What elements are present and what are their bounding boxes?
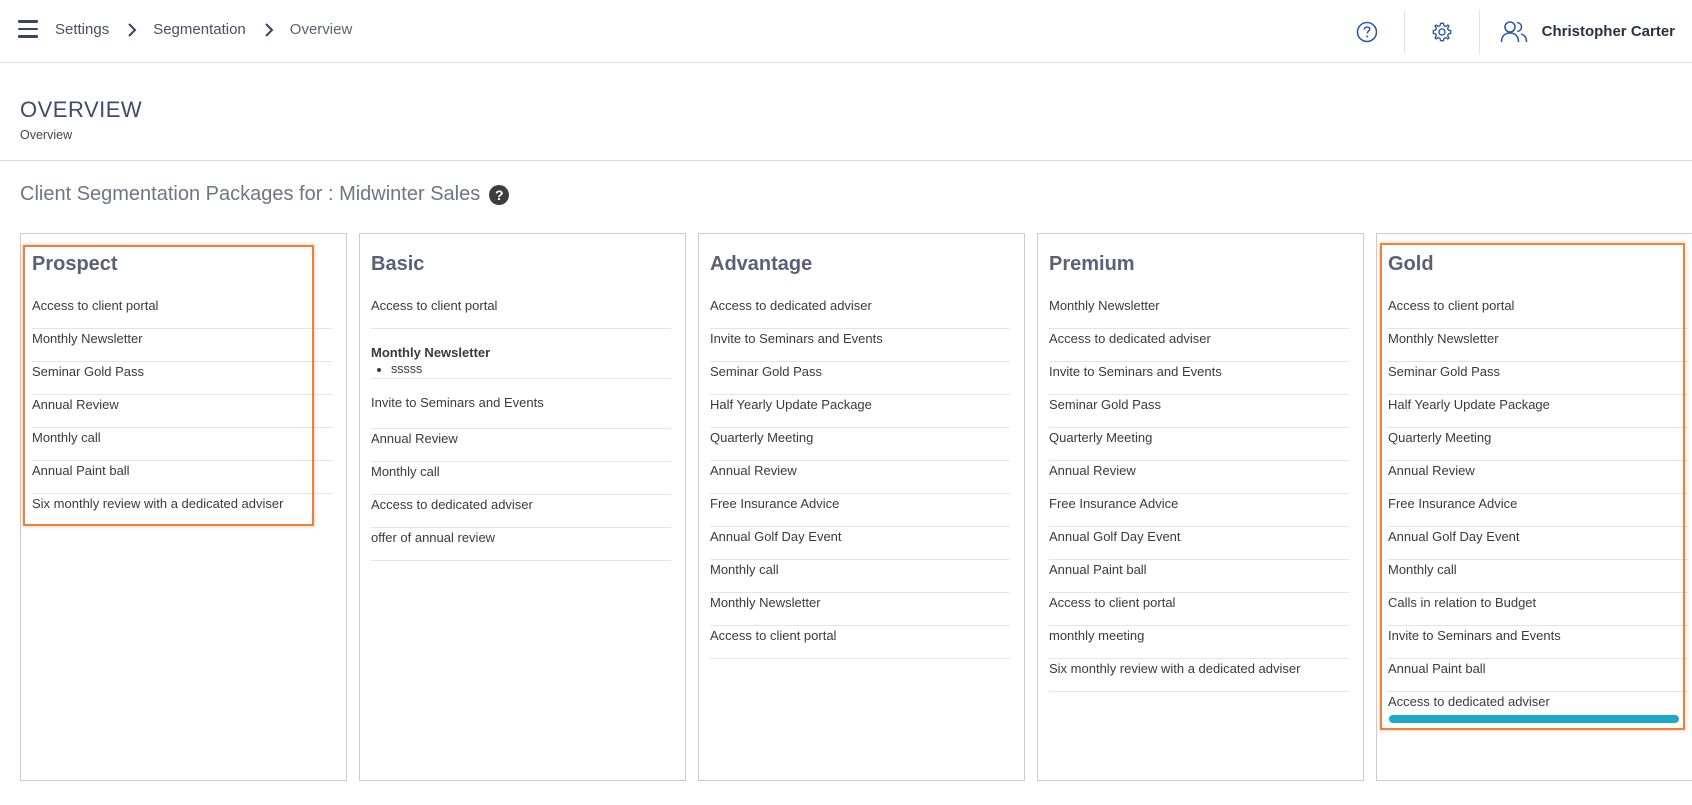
help-circle-icon: [1356, 21, 1377, 42]
package-items: Access to client portal Monthly Newslett…: [371, 296, 671, 561]
package-item: Annual Review: [32, 395, 332, 428]
package-item-with-subitems: Monthly Newsletter sssss: [371, 329, 671, 379]
package-item: Annual Golf Day Event: [710, 527, 1010, 560]
user-menu[interactable]: Christopher Carter: [1480, 20, 1692, 44]
package-item: Monthly call: [1388, 560, 1688, 593]
package-item: Free Insurance Advice: [710, 494, 1010, 527]
package-card-gold: Gold Access to client portal Monthly New…: [1376, 233, 1692, 781]
package-item: monthly meeting: [1049, 626, 1349, 659]
page-subtitle: Overview: [20, 128, 73, 142]
settings-button[interactable]: [1405, 0, 1479, 63]
package-item: Annual Golf Day Event: [1388, 527, 1688, 560]
package-item: Calls in relation to Budget: [1388, 593, 1688, 626]
package-items: Access to dedicated adviser Invite to Se…: [710, 296, 1010, 659]
package-item: Access to client portal: [1388, 296, 1688, 329]
package-title: Gold: [1388, 253, 1434, 275]
package-card-prospect: Prospect Access to client portal Monthly…: [20, 233, 347, 781]
help-button[interactable]: [1330, 0, 1404, 63]
package-item: Access to dedicated adviser: [710, 296, 1010, 329]
sub-item: sssss: [391, 362, 671, 376]
package-item: Invite to Seminars and Events: [1049, 362, 1349, 395]
package-item: Access to dedicated adviser: [371, 495, 671, 528]
package-items: Access to client portal Monthly Newslett…: [1388, 296, 1688, 725]
package-title: Premium: [1049, 253, 1135, 275]
chevron-right-icon: [265, 22, 274, 37]
package-item: Quarterly Meeting: [710, 428, 1010, 461]
package-item: offer of annual review: [371, 528, 671, 561]
page-header: OVERVIEW Overview: [20, 97, 142, 142]
package-item: Half Yearly Update Package: [1388, 395, 1688, 428]
package-item: Six monthly review with a dedicated advi…: [32, 496, 284, 511]
package-title: Advantage: [710, 253, 813, 275]
package-card-premium: Premium Monthly Newsletter Access to ded…: [1037, 233, 1364, 781]
package-item: Six monthly review with a dedicated advi…: [1049, 659, 1349, 692]
package-item: Seminar Gold Pass: [32, 362, 332, 395]
package-item: Access to client portal: [710, 626, 1010, 659]
menu-icon[interactable]: [18, 20, 38, 38]
package-item: Access to client portal: [371, 296, 671, 329]
package-item: Seminar Gold Pass: [1049, 395, 1349, 428]
package-item: Access to dedicated adviser: [1049, 329, 1349, 362]
gear-icon: [1432, 22, 1452, 41]
package-item: Annual Paint ball: [32, 461, 332, 494]
user-name: Christopher Carter: [1541, 23, 1675, 40]
package-item: Monthly Newsletter: [710, 593, 1010, 626]
breadcrumb-overview: Overview: [289, 21, 353, 38]
package-item: Annual Paint ball: [1049, 560, 1349, 593]
package-item: Access to client portal: [1049, 593, 1349, 626]
page-title: OVERVIEW: [20, 97, 143, 122]
package-item: Annual Review: [1049, 461, 1349, 494]
package-card-basic: Basic Access to client portal Monthly Ne…: [359, 233, 686, 781]
users-icon: [1500, 20, 1527, 42]
horizontal-scrollbar[interactable]: [1389, 715, 1679, 723]
package-item: Free Insurance Advice: [1049, 494, 1349, 527]
package-item: Half Yearly Update Package: [710, 395, 1010, 428]
package-title: Basic: [371, 253, 425, 275]
section-title-text: Client Segmentation Packages for : Midwi…: [20, 183, 481, 205]
package-item: Annual Review: [371, 429, 671, 462]
package-item: Invite to Seminars and Events: [710, 329, 1010, 362]
package-item: Annual Golf Day Event: [1049, 527, 1349, 560]
breadcrumb-segmentation[interactable]: Segmentation: [153, 21, 246, 38]
package-item: Quarterly Meeting: [1388, 428, 1688, 461]
package-item: Invite to Seminars and Events: [371, 379, 671, 429]
package-item: Monthly call: [32, 428, 332, 461]
section-title: Client Segmentation Packages for : Midwi…: [20, 183, 510, 206]
package-item: Quarterly Meeting: [1049, 428, 1349, 461]
package-item: Monthly call: [710, 560, 1010, 593]
package-item: Monthly Newsletter: [1049, 296, 1349, 329]
package-item: Free Insurance Advice: [1388, 494, 1688, 527]
package-item: Monthly call: [371, 462, 671, 495]
package-item: Annual Paint ball: [1388, 659, 1688, 692]
sub-item-list: sssss: [371, 362, 671, 376]
package-items: Monthly Newsletter Access to dedicated a…: [1049, 296, 1349, 692]
package-item: Annual Review: [1388, 461, 1688, 494]
breadcrumb-settings[interactable]: Settings: [55, 21, 109, 38]
package-item: Seminar Gold Pass: [1388, 362, 1688, 395]
package-item: Invite to Seminars and Events: [1388, 626, 1688, 659]
top-bar: Settings Segmentation Overview Christoph…: [0, 0, 1692, 63]
package-title: Prospect: [32, 253, 118, 275]
package-item-label: Monthly Newsletter: [371, 345, 491, 360]
breadcrumb: Settings Segmentation Overview: [55, 21, 352, 38]
package-item: Monthly Newsletter: [1388, 329, 1688, 362]
package-card-advantage: Advantage Access to dedicated adviser In…: [698, 233, 1025, 781]
divider: [0, 160, 1692, 161]
chevron-right-icon: [128, 22, 137, 37]
help-icon[interactable]: ?: [489, 184, 510, 205]
package-item: Seminar Gold Pass: [710, 362, 1010, 395]
package-item: Annual Review: [710, 461, 1010, 494]
package-item: Access to client portal: [32, 296, 332, 329]
package-items: Access to client portal Monthly Newslett…: [32, 296, 332, 527]
package-item: Monthly Newsletter: [32, 329, 332, 362]
